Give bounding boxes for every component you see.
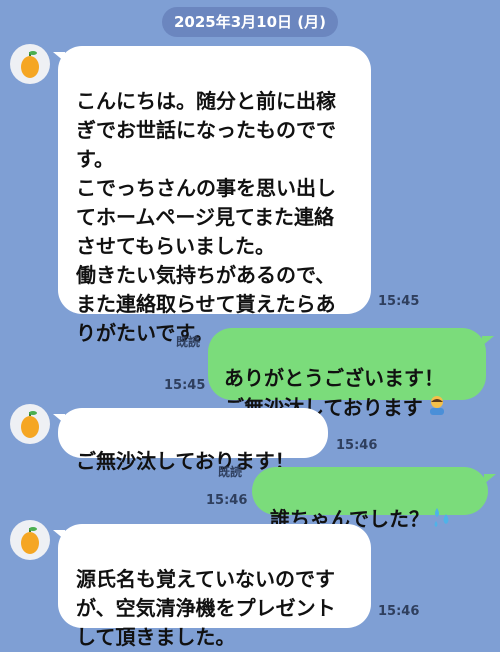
avatar[interactable] — [10, 520, 50, 560]
message-time: 15:46 — [378, 604, 420, 619]
message-text: 源氏名も覚えていないのです が、空気清浄機をプレゼント して頂きました。 — [76, 567, 336, 649]
avatar[interactable] — [10, 44, 50, 84]
orange-fruit-icon — [21, 527, 39, 554]
message-bubble-outgoing[interactable]: ありがとうございます！ ご無沙汰しております — [208, 328, 486, 420]
avatar[interactable] — [10, 404, 50, 444]
bubble-tail — [482, 336, 494, 346]
message-time: 15:46 — [336, 438, 378, 453]
message-bubble-incoming[interactable]: 源氏名も覚えていないのです が、空気清浄機をプレゼント して頂きました。 — [58, 524, 371, 649]
message-text: ご無沙汰しております！ — [76, 449, 295, 473]
message-bubble-incoming[interactable]: こんにちは。随分と前に出稼 ぎでお世話になったものでで す。 こでっちさんの事を… — [58, 46, 371, 345]
bubble-tail — [484, 474, 496, 484]
sweat-droplets-icon — [431, 506, 453, 536]
bowing-person-icon — [425, 393, 449, 425]
orange-fruit-icon — [21, 411, 39, 438]
orange-fruit-icon — [21, 51, 39, 78]
message-time: 15:46 — [206, 493, 248, 508]
message-time: 15:45 — [378, 294, 420, 309]
message-bubble-outgoing[interactable]: 誰ちゃんでした？ — [252, 467, 488, 531]
date-separator: 2025年3月10日 (月) — [162, 7, 338, 37]
message-text: こんにちは。随分と前に出稼 ぎでお世話になったものでで す。 こでっちさんの事を… — [76, 89, 336, 345]
message-bubble-incoming[interactable]: ご無沙汰しております！ — [58, 408, 328, 473]
message-time: 15:45 — [164, 378, 206, 393]
read-receipt: 既読 — [218, 465, 243, 479]
read-receipt: 既読 — [176, 335, 201, 349]
